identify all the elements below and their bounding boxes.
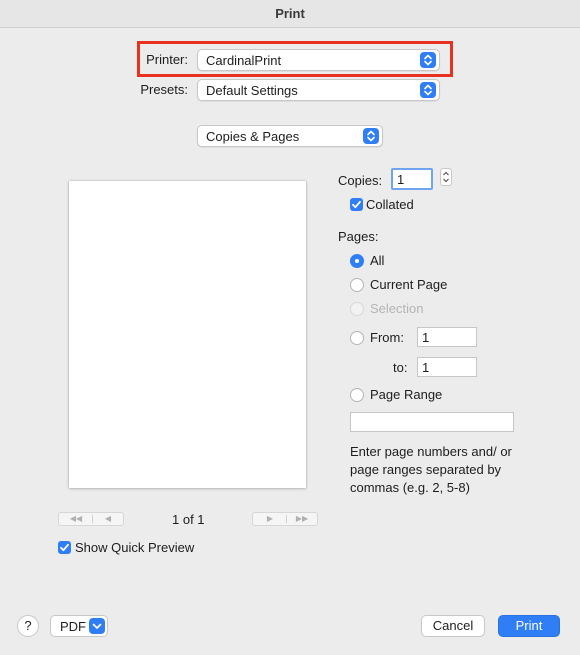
pages-label: Pages: [338,229,379,244]
pages-selection-label: Selection [370,301,424,316]
collated-label: Collated [366,197,414,212]
preview-nav-forward: ▶ ▶▶ [252,512,318,526]
show-quick-preview-checkbox[interactable] [58,541,71,554]
pages-from-label: From: [370,330,404,345]
preview-nav-back: ◀◀ ◀ [58,512,124,526]
print-preview [69,181,306,488]
page-indicator: 1 of 1 [172,512,205,527]
pages-range-radio[interactable] [350,388,364,402]
chevron-down-icon [89,618,105,634]
pages-range-label: Page Range [370,387,443,402]
title-bar: Print [0,0,580,28]
section-value: Copies & Pages [206,129,300,144]
printer-highlight-box [137,41,453,77]
previous-page-icon[interactable]: ◀ [93,513,123,525]
up-down-chevron-icon [420,82,436,98]
cancel-button[interactable]: Cancel [421,615,485,637]
pages-from-field[interactable]: 1 [417,327,477,347]
presets-popup[interactable]: Default Settings [197,79,440,101]
presets-label: Presets: [140,82,188,97]
help-button[interactable]: ? [17,615,39,637]
pages-from-value: 1 [422,330,430,345]
collated-checkbox[interactable] [350,198,363,211]
section-popup[interactable]: Copies & Pages [197,125,383,147]
page-range-field[interactable] [350,412,514,432]
pdf-label: PDF [60,619,86,634]
copies-label: Copies: [338,173,383,188]
copies-stepper[interactable] [440,168,452,186]
pages-from-radio[interactable] [350,331,364,345]
up-down-chevron-icon [363,128,379,144]
pages-to-field[interactable]: 1 [417,357,477,377]
page-range-hint: Enter page numbers and/ or page ranges s… [350,444,512,495]
copies-field[interactable]: 1 [391,168,433,190]
print-button[interactable]: Print [498,615,560,637]
window-title: Print [275,6,305,21]
pages-all-label: All [370,253,385,268]
first-page-icon[interactable]: ◀◀ [61,513,91,525]
pdf-menu-button[interactable]: PDF [50,615,108,637]
pages-all-radio[interactable] [350,254,364,268]
next-page-icon[interactable]: ▶ [255,513,285,525]
pages-current-label: Current Page [370,277,448,292]
copies-value: 1 [397,172,405,187]
pages-current-radio[interactable] [350,278,364,292]
pages-to-value: 1 [422,360,430,375]
presets-value: Default Settings [206,83,298,98]
pages-selection-radio [350,302,364,316]
pages-to-label: to: [393,360,408,375]
last-page-icon[interactable]: ▶▶ [287,513,317,525]
show-quick-preview-label: Show Quick Preview [75,540,195,555]
